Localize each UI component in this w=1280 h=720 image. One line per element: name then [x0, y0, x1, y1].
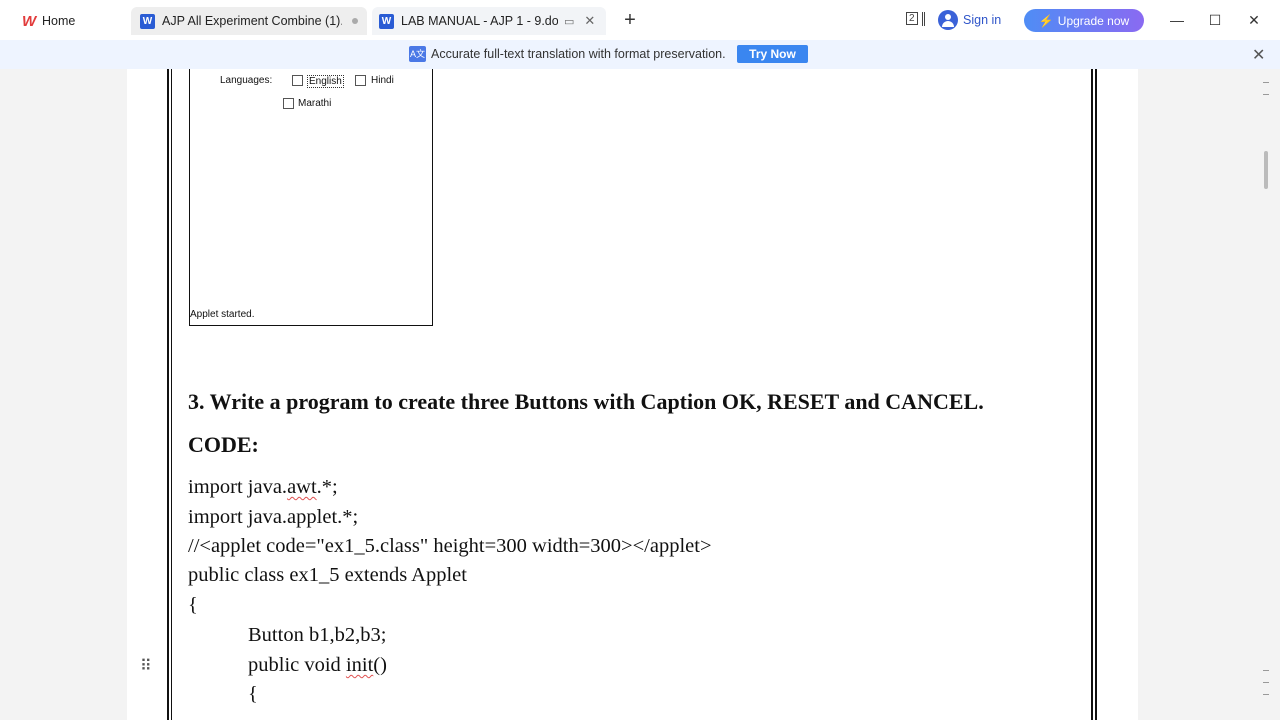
sign-in-link[interactable]: Sign in	[963, 13, 1001, 27]
close-window-button[interactable]: ✕	[1239, 8, 1269, 32]
window-count-badge[interactable]: 2	[906, 12, 918, 25]
english-label: English	[307, 75, 344, 88]
code-text: .*;	[316, 476, 338, 498]
monitor-icon[interactable]: ▭	[564, 15, 574, 28]
code-text: import java.	[188, 476, 288, 498]
wps-logo-icon: W	[22, 12, 37, 30]
scroll-marker	[1263, 89, 1269, 95]
bolt-icon: ⚡	[1038, 13, 1054, 28]
tab-document-1[interactable]: W AJP All Experiment Combine (1).do	[131, 7, 367, 35]
maximize-button[interactable]: ☐	[1200, 8, 1230, 32]
applet-status: Applet started.	[190, 309, 255, 320]
tab-document-2[interactable]: W LAB MANUAL - AJP 1 - 9.docx ▭ ✕	[372, 7, 606, 35]
question-heading: 3. Write a program to create three Butto…	[188, 389, 984, 414]
drag-handle-icon[interactable]: ⠿	[140, 656, 152, 676]
code-line-8: {	[248, 683, 258, 705]
code-line-3: //<applet code="ex1_5.class" height=300 …	[188, 535, 712, 557]
page-border-right	[1091, 69, 1097, 720]
translate-icon: A文	[409, 46, 426, 62]
try-now-button[interactable]: Try Now	[737, 45, 808, 63]
scroll-marker	[1263, 677, 1269, 683]
applet-screenshot: Languages: English Hindi Marathi Applet …	[189, 69, 433, 326]
upgrade-button[interactable]: ⚡ Upgrade now	[1024, 9, 1144, 32]
code-heading: CODE:	[188, 432, 259, 457]
user-icon[interactable]	[938, 10, 958, 30]
spell-error[interactable]: awt	[287, 476, 317, 498]
hindi-label: Hindi	[371, 75, 394, 86]
upgrade-button-label: Upgrade now	[1057, 13, 1130, 28]
word-doc-icon: W	[379, 13, 394, 29]
hindi-checkbox	[355, 75, 366, 86]
close-tab-icon[interactable]: ✕	[584, 13, 595, 29]
code-text: public void	[248, 654, 346, 676]
spell-error[interactable]: init	[346, 654, 373, 676]
code-line-2: import java.applet.*;	[188, 506, 359, 528]
close-banner-icon[interactable]: ✕	[1252, 45, 1265, 65]
word-doc-icon: W	[140, 13, 155, 29]
code-line-1: import java.awt.*;	[188, 476, 338, 499]
page-border-left	[167, 69, 172, 720]
code-line-5: {	[188, 594, 198, 616]
banner-text: Accurate full-text translation with form…	[431, 47, 726, 61]
code-line-4: public class ex1_5 extends Applet	[188, 564, 467, 586]
unsaved-dot-icon	[352, 18, 358, 24]
scrollbar-thumb[interactable]	[1264, 151, 1268, 189]
marathi-label: Marathi	[298, 98, 332, 109]
code-line-7: public void init()	[248, 654, 387, 677]
translation-banner: A文 Accurate full-text translation with f…	[0, 40, 1280, 69]
languages-label: Languages:	[220, 75, 273, 86]
marathi-checkbox	[283, 98, 294, 109]
window-stack-icon	[922, 12, 925, 26]
scroll-marker	[1263, 77, 1269, 83]
english-checkbox	[292, 75, 303, 86]
tab-home-label: Home	[42, 14, 76, 28]
minimize-button[interactable]: —	[1162, 8, 1192, 32]
document-canvas[interactable]: Languages: English Hindi Marathi Applet …	[0, 69, 1280, 720]
code-text: ()	[373, 654, 387, 676]
tab-home[interactable]: W Home	[12, 7, 127, 35]
scroll-marker	[1263, 665, 1269, 671]
tab-document-1-label: AJP All Experiment Combine (1).do	[162, 14, 342, 28]
title-bar: W Home W AJP All Experiment Combine (1).…	[0, 0, 1280, 40]
code-line-6: Button b1,b2,b3;	[248, 624, 387, 646]
scroll-marker	[1263, 689, 1269, 695]
tab-document-2-label: LAB MANUAL - AJP 1 - 9.docx	[401, 14, 558, 28]
new-tab-button[interactable]: +	[620, 9, 640, 31]
